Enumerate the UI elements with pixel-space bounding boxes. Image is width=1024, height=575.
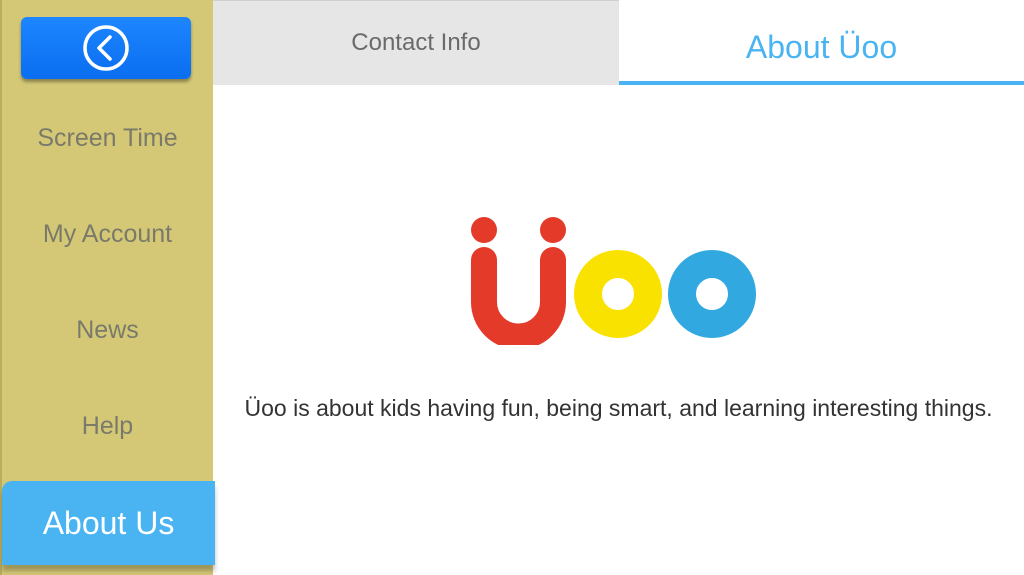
tab-label: About Üoo	[745, 29, 898, 65]
sidebar-item-label: Help	[81, 412, 134, 440]
sidebar: Screen Time My Account News Help About U…	[0, 0, 215, 575]
tab-label: Contact Info	[351, 29, 481, 56]
chevron-left-circle-icon	[83, 25, 129, 71]
uoo-logo	[471, 217, 756, 345]
sidebar-item-label: News	[76, 316, 139, 344]
sidebar-item-label: About Us	[42, 505, 175, 541]
about-panel: Üoo is about kids having fun, being smar…	[213, 85, 1024, 575]
about-description: Üoo is about kids having fun, being smar…	[244, 395, 993, 421]
sidebar-item-screen-time[interactable]: Screen Time	[2, 124, 213, 153]
back-button[interactable]	[21, 17, 191, 79]
tab-about-uoo[interactable]: About Üoo	[619, 0, 1024, 85]
sidebar-item-my-account[interactable]: My Account	[2, 220, 213, 249]
tab-bar: Contact Info About Üoo	[213, 0, 1024, 85]
sidebar-item-news[interactable]: News	[2, 316, 213, 345]
sidebar-item-label: Screen Time	[37, 124, 178, 152]
tab-contact-info[interactable]: Contact Info	[213, 0, 619, 85]
app-window: Screen Time My Account News Help About U…	[0, 0, 1024, 575]
sidebar-item-about-us[interactable]: About Us	[2, 481, 215, 565]
sidebar-item-label: My Account	[42, 220, 173, 248]
sidebar-item-help[interactable]: Help	[2, 412, 213, 441]
